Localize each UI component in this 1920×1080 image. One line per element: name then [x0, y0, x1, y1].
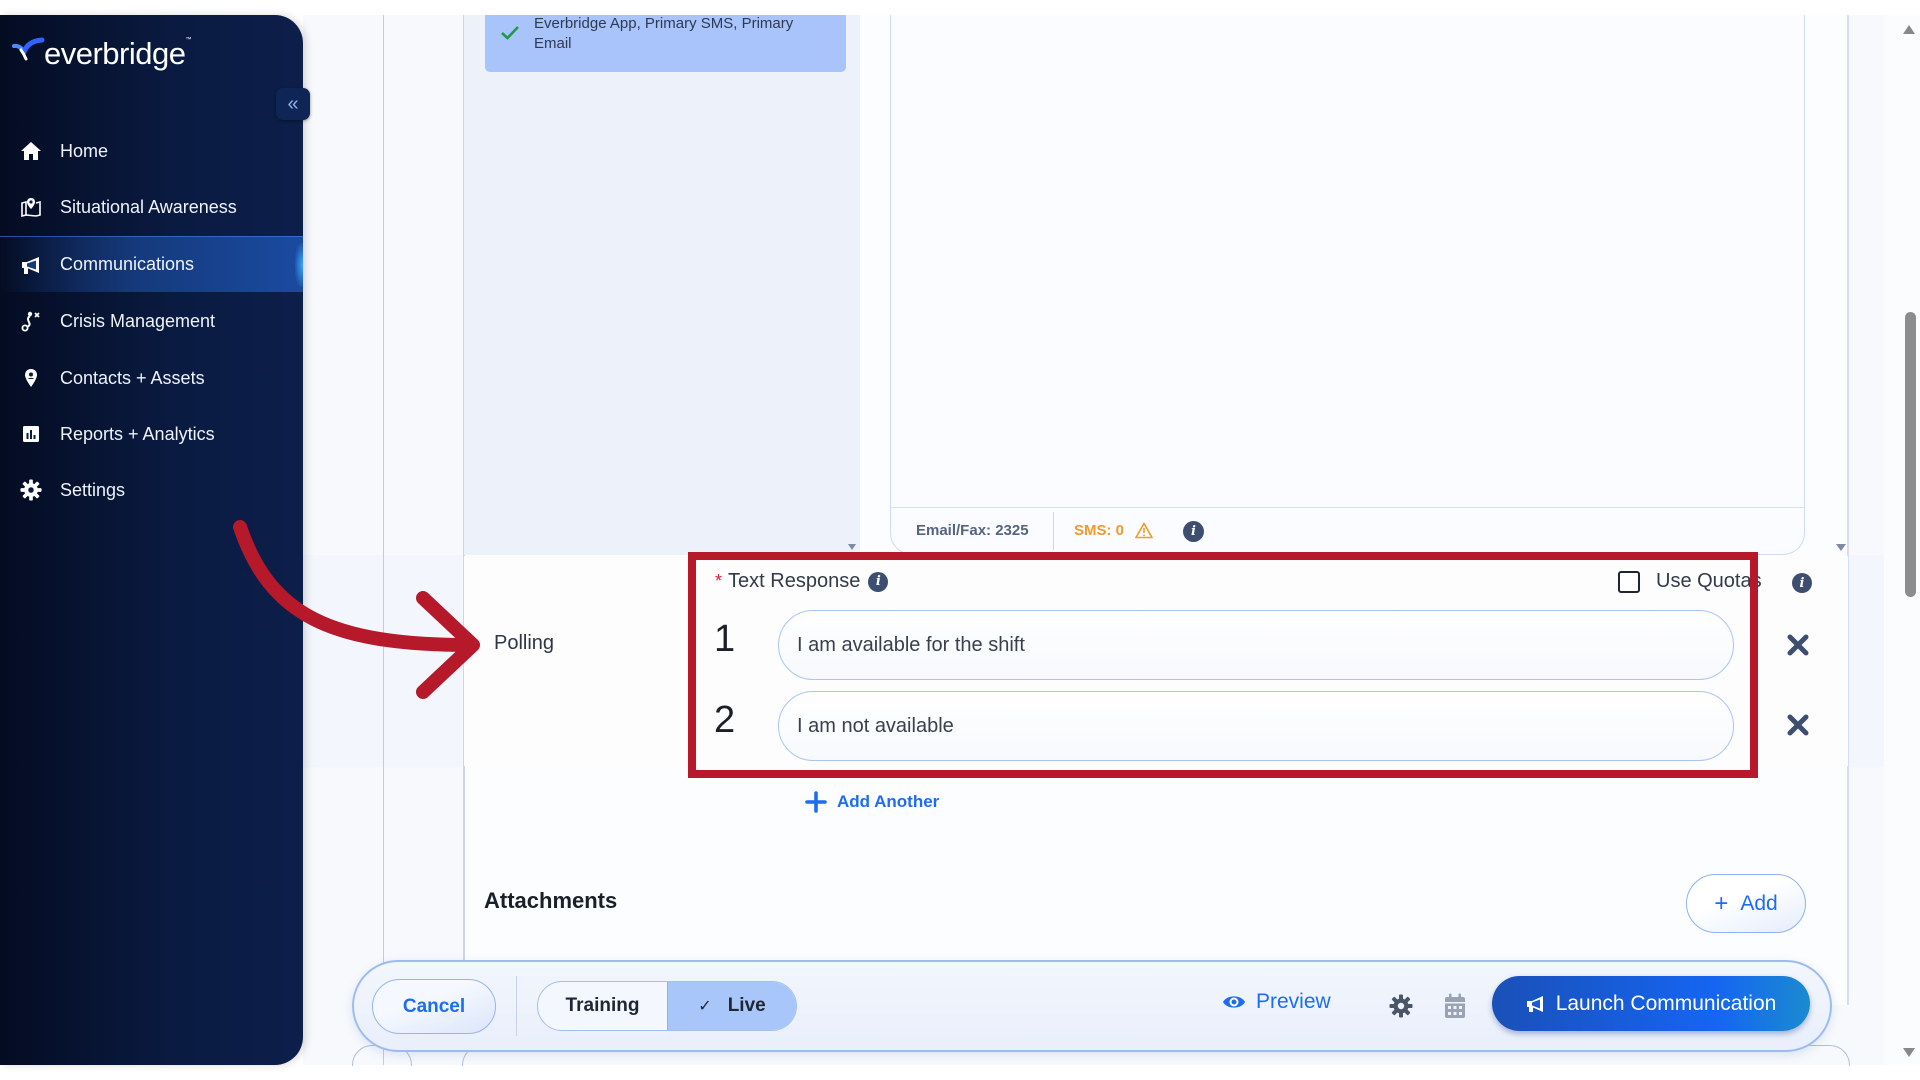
launch-communication-button[interactable]: Launch Communication — [1492, 976, 1810, 1031]
calendar-icon[interactable] — [1444, 993, 1466, 1019]
collapse-sidebar-button[interactable]: « — [276, 88, 310, 120]
double-chevron-left-icon: « — [287, 92, 299, 115]
sidebar-item-label: Contacts + Assets — [60, 367, 205, 388]
sidebar-item-label: Home — [60, 140, 109, 161]
plus-icon — [805, 791, 827, 813]
cancel-button[interactable]: Cancel — [372, 979, 496, 1034]
sidebar-item-label: Situational Awareness — [60, 196, 237, 217]
preview-label: Preview — [1256, 990, 1331, 1013]
remove-response-1-icon[interactable] — [1785, 632, 1811, 658]
gear-icon — [20, 479, 42, 501]
message-scroll-down-arrow[interactable] — [1836, 544, 1846, 551]
location-pin-icon — [25, 369, 37, 387]
eye-icon — [1223, 996, 1245, 1008]
message-footer-divider — [890, 507, 1805, 508]
add-attachment-label: Add — [1740, 891, 1778, 915]
scroll-up-arrow[interactable] — [1903, 25, 1915, 34]
route-icon — [21, 311, 40, 332]
warning-triangle-icon — [1135, 522, 1153, 539]
scroll-down-arrow[interactable] — [1903, 1048, 1915, 1057]
home-icon — [21, 142, 41, 160]
sidebar-item-crisis-management[interactable]: Crisis Management — [0, 293, 303, 349]
gear-icon[interactable] — [1389, 994, 1413, 1018]
page-bottom — [303, 1066, 1920, 1080]
page: Everbridge App, Primary SMS, Primary Ema… — [0, 0, 1920, 1080]
message-info-icon[interactable]: i — [1183, 521, 1204, 542]
add-attachment-button[interactable]: + Add — [1686, 874, 1806, 933]
logo-trademark: ™ — [185, 37, 192, 43]
sidebar-item-label: Reports + Analytics — [60, 423, 215, 444]
sidebar-item-label: Communications — [60, 254, 195, 274]
polling-label: Polling — [494, 632, 555, 654]
message-body-editor[interactable] — [890, 15, 1805, 555]
sidebar-item-communications[interactable]: Communications — [0, 236, 303, 292]
sidebar-item-label: Settings — [60, 479, 126, 500]
plus-icon: + — [1714, 889, 1729, 917]
remove-response-2-icon[interactable] — [1785, 712, 1811, 738]
mode-live-label: Live — [727, 995, 766, 1016]
footer-divider — [1053, 512, 1054, 550]
sidebar-item-contacts-assets[interactable]: Contacts + Assets — [0, 350, 303, 406]
map-pin-icon — [21, 198, 41, 218]
bar-chart-icon — [23, 426, 39, 442]
action-bar-divider — [516, 976, 517, 1036]
channel-panel — [464, 15, 860, 555]
megaphone-icon — [22, 256, 39, 274]
email-fax-count: Email/Fax: 2325 — [916, 522, 1029, 539]
megaphone-icon — [1526, 995, 1543, 1012]
everbridge-logo[interactable]: everbridge ™ — [12, 29, 191, 69]
launch-label: Launch Communication — [1555, 991, 1777, 1015]
check-icon — [501, 26, 519, 40]
panel-scroll-down-arrow[interactable] — [848, 544, 856, 550]
sidebar-item-home[interactable]: Home — [0, 123, 303, 179]
mode-training-option[interactable]: Training — [538, 982, 667, 1030]
preview-button[interactable]: Preview — [1222, 990, 1331, 1014]
page-scrollbar-thumb[interactable] — [1905, 311, 1916, 597]
annotation-arrow-icon — [233, 520, 480, 699]
logo-mark-icon — [12, 37, 45, 61]
sidebar-item-reports-analytics[interactable]: Reports + Analytics — [0, 406, 303, 462]
selected-channels-card[interactable]: Everbridge App, Primary SMS, Primary Ema… — [485, 15, 846, 72]
check-icon: ✓ — [698, 998, 712, 1015]
attachments-heading: Attachments — [484, 888, 618, 913]
mode-toggle[interactable]: Training ✓ Live — [537, 981, 797, 1031]
logo-text: everbridge — [44, 36, 186, 71]
quota-info-icon[interactable]: i — [1792, 573, 1812, 593]
sidebar-item-label: Crisis Management — [60, 310, 216, 331]
selected-channels-text: Everbridge App, Primary SMS, Primary Ema… — [534, 15, 794, 52]
add-another-label: Add Another — [837, 792, 940, 811]
sidebar-item-situational-awareness[interactable]: Situational Awareness — [0, 179, 303, 235]
add-another-response-button[interactable]: Add Another — [805, 791, 939, 813]
sms-count: SMS: 0 — [1074, 522, 1125, 539]
mode-live-option[interactable]: ✓ Live — [667, 982, 796, 1030]
highlight-annotation-box — [688, 552, 1758, 778]
